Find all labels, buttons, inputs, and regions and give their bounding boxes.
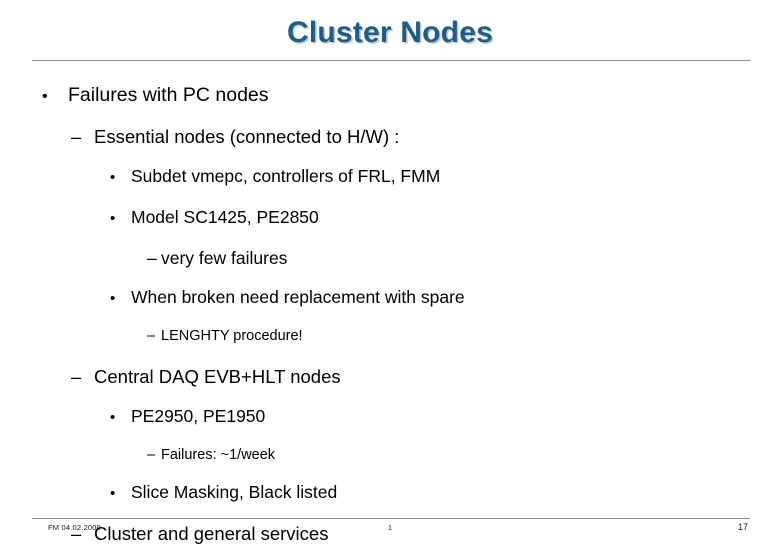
bullet-dot-icon: •	[42, 88, 48, 105]
title-divider	[32, 60, 750, 61]
list-item: • Subdet vmepc, controllers of FRL, FMM	[0, 161, 780, 193]
bullet-dash-icon: –	[147, 447, 156, 463]
list-item: • When broken need replacement with spare	[0, 282, 780, 314]
list-item-label: Essential nodes (connected to H/W) :	[94, 126, 400, 147]
bullet-dash-icon: –	[147, 328, 156, 344]
list-item: – very few failures	[0, 243, 780, 273]
page-title: Cluster Nodes	[287, 16, 493, 49]
list-item-label: Subdet vmepc, controllers of FRL, FMM	[131, 166, 441, 186]
list-item-label: very few failures	[161, 248, 288, 268]
list-item: – Central DAQ EVB+HLT nodes	[0, 361, 780, 392]
slide-title-container: Cluster Nodes	[0, 16, 780, 50]
bullet-dot-icon: •	[110, 210, 116, 227]
footer-page-number: 1	[387, 523, 393, 532]
bullet-dot-icon: •	[110, 169, 116, 186]
list-item-label: LENGHTY procedure!	[161, 328, 303, 344]
list-item-label: Central DAQ EVB+HLT nodes	[94, 366, 341, 387]
list-item: • Failures with PC nodes	[0, 80, 780, 112]
bullet-dash-icon: –	[71, 366, 82, 387]
list-item: • Model SC1425, PE2850	[0, 202, 780, 234]
footer-divider	[32, 518, 750, 519]
list-item: • Slice Masking, Black listed	[0, 477, 780, 509]
slide-body: • Failures with PC nodes – Essential nodes…	[0, 80, 780, 551]
list-item-label: Slice Masking, Black listed	[131, 482, 338, 502]
list-item: • PE2950, PE1950	[0, 401, 780, 433]
list-item-label: PE2950, PE1950	[131, 406, 266, 426]
list-item: – Failures: ~1/week	[0, 442, 780, 468]
list-item: – Essential nodes (connected to H/W) :	[0, 121, 780, 152]
list-item-label: Model SC1425, PE2850	[131, 207, 319, 227]
bullet-dot-icon: •	[110, 485, 116, 502]
bullet-dot-icon: •	[110, 409, 116, 426]
list-item-label: Failures with PC nodes	[68, 84, 269, 106]
bullet-dot-icon: •	[110, 290, 116, 307]
list-item: – LENGHTY procedure!	[0, 323, 780, 349]
bullet-dash-icon: –	[71, 126, 82, 147]
footer-slide-number: 17	[737, 522, 748, 532]
bullet-dash-icon: –	[147, 248, 157, 268]
list-item-label: Failures: ~1/week	[161, 447, 276, 463]
slide-canvas: Cluster Nodes • Failures with PC nodes – E…	[0, 0, 780, 544]
list-item-label: When broken need replacement with spare	[131, 287, 465, 307]
